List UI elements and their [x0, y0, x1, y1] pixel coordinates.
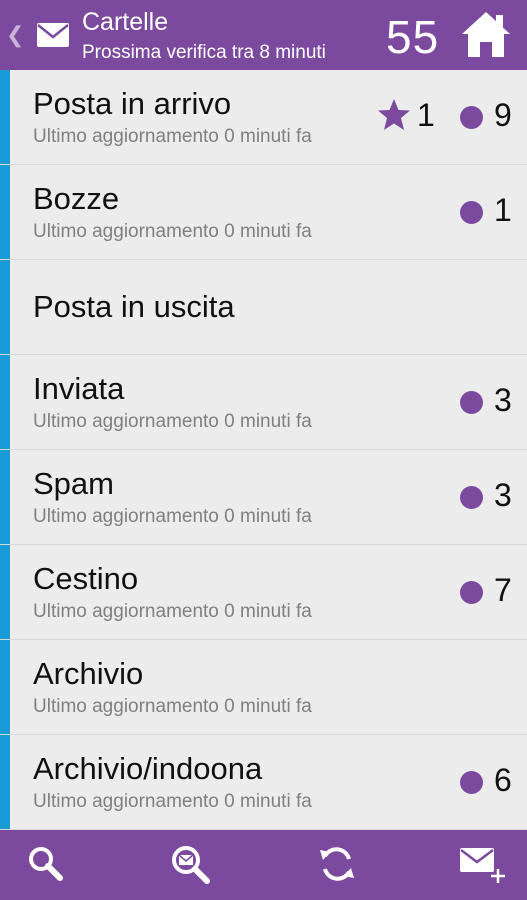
folder-color-stripe: [0, 640, 10, 734]
folder-row-drafts[interactable]: Bozze Ultimo aggiornamento 0 minuti fa 1: [0, 165, 527, 260]
folder-row-sent[interactable]: Inviata Ultimo aggiornamento 0 minuti fa…: [0, 355, 527, 450]
unread-count: 3: [494, 382, 512, 418]
folder-name: Spam: [33, 466, 114, 501]
next-check-status: Prossima verifica tra 8 minuti: [82, 42, 326, 63]
starred-count: 1: [417, 97, 435, 133]
unread-dot-icon: [460, 201, 483, 224]
folder-updated: Ultimo aggiornamento 0 minuti fa: [33, 411, 312, 432]
unread-dot-icon: [460, 106, 483, 129]
folder-list: Posta in arrivo Ultimo aggiornamento 0 m…: [0, 70, 527, 830]
bottom-toolbar: [0, 830, 527, 900]
folder-row-archive[interactable]: Archivio Ultimo aggiornamento 0 minuti f…: [0, 640, 527, 735]
unread-dot-icon: [460, 486, 483, 509]
total-unread-count: 55: [386, 11, 440, 63]
folder-color-stripe: [0, 355, 10, 449]
folder-color-stripe: [0, 545, 10, 639]
folder-updated: Ultimo aggiornamento 0 minuti fa: [33, 221, 312, 242]
folder-name: Inviata: [33, 371, 125, 406]
folder-color-stripe: [0, 735, 10, 829]
folder-name: Archivio/indoona: [33, 751, 263, 786]
folder-name: Archivio: [33, 656, 144, 691]
folder-updated: Ultimo aggiornamento 0 minuti fa: [33, 601, 312, 622]
star-icon: [377, 98, 411, 136]
folder-row-spam[interactable]: Spam Ultimo aggiornamento 0 minuti fa 3: [0, 450, 527, 545]
action-bar: ❮ Cartelle Prossima verifica tra 8 minut…: [0, 0, 527, 70]
folder-row-trash[interactable]: Cestino Ultimo aggiornamento 0 minuti fa…: [0, 545, 527, 640]
chevron-left-icon[interactable]: ❮: [6, 22, 24, 48]
folder-color-stripe: [0, 70, 10, 164]
unread-dot-icon: [460, 391, 483, 414]
unread-dot-icon: [460, 771, 483, 794]
folder-name: Posta in uscita: [33, 289, 235, 324]
folder-updated: Ultimo aggiornamento 0 minuti fa: [33, 126, 312, 147]
folder-color-stripe: [0, 165, 10, 259]
folder-color-stripe: [0, 260, 10, 354]
folder-row-outbox[interactable]: Posta in uscita: [0, 260, 527, 355]
home-icon[interactable]: [460, 9, 512, 64]
folder-name: Posta in arrivo: [33, 86, 232, 121]
unread-count: 7: [494, 572, 512, 608]
folder-color-stripe: [0, 450, 10, 544]
unread-count: 9: [494, 97, 512, 133]
folder-updated: Ultimo aggiornamento 0 minuti fa: [33, 696, 312, 717]
folder-updated: Ultimo aggiornamento 0 minuti fa: [33, 506, 312, 527]
unread-count: 3: [494, 477, 512, 513]
folder-name: Bozze: [33, 181, 120, 216]
unread-count: 1: [494, 192, 512, 228]
refresh-icon[interactable]: [318, 844, 356, 889]
page-title: Cartelle: [82, 8, 169, 36]
compose-icon[interactable]: [458, 844, 508, 891]
unread-count: 6: [494, 762, 512, 798]
unread-dot-icon: [460, 581, 483, 604]
folder-row-inbox[interactable]: Posta in arrivo Ultimo aggiornamento 0 m…: [0, 70, 527, 165]
app: ❮ Cartelle Prossima verifica tra 8 minut…: [0, 0, 527, 900]
folder-name: Cestino: [33, 561, 139, 596]
search-mail-icon[interactable]: [170, 844, 212, 889]
envelope-icon[interactable]: [36, 22, 70, 53]
search-icon[interactable]: [26, 844, 64, 887]
folder-updated: Ultimo aggiornamento 0 minuti fa: [33, 791, 312, 812]
folder-row-archive-indoona[interactable]: Archivio/indoona Ultimo aggiornamento 0 …: [0, 735, 527, 830]
